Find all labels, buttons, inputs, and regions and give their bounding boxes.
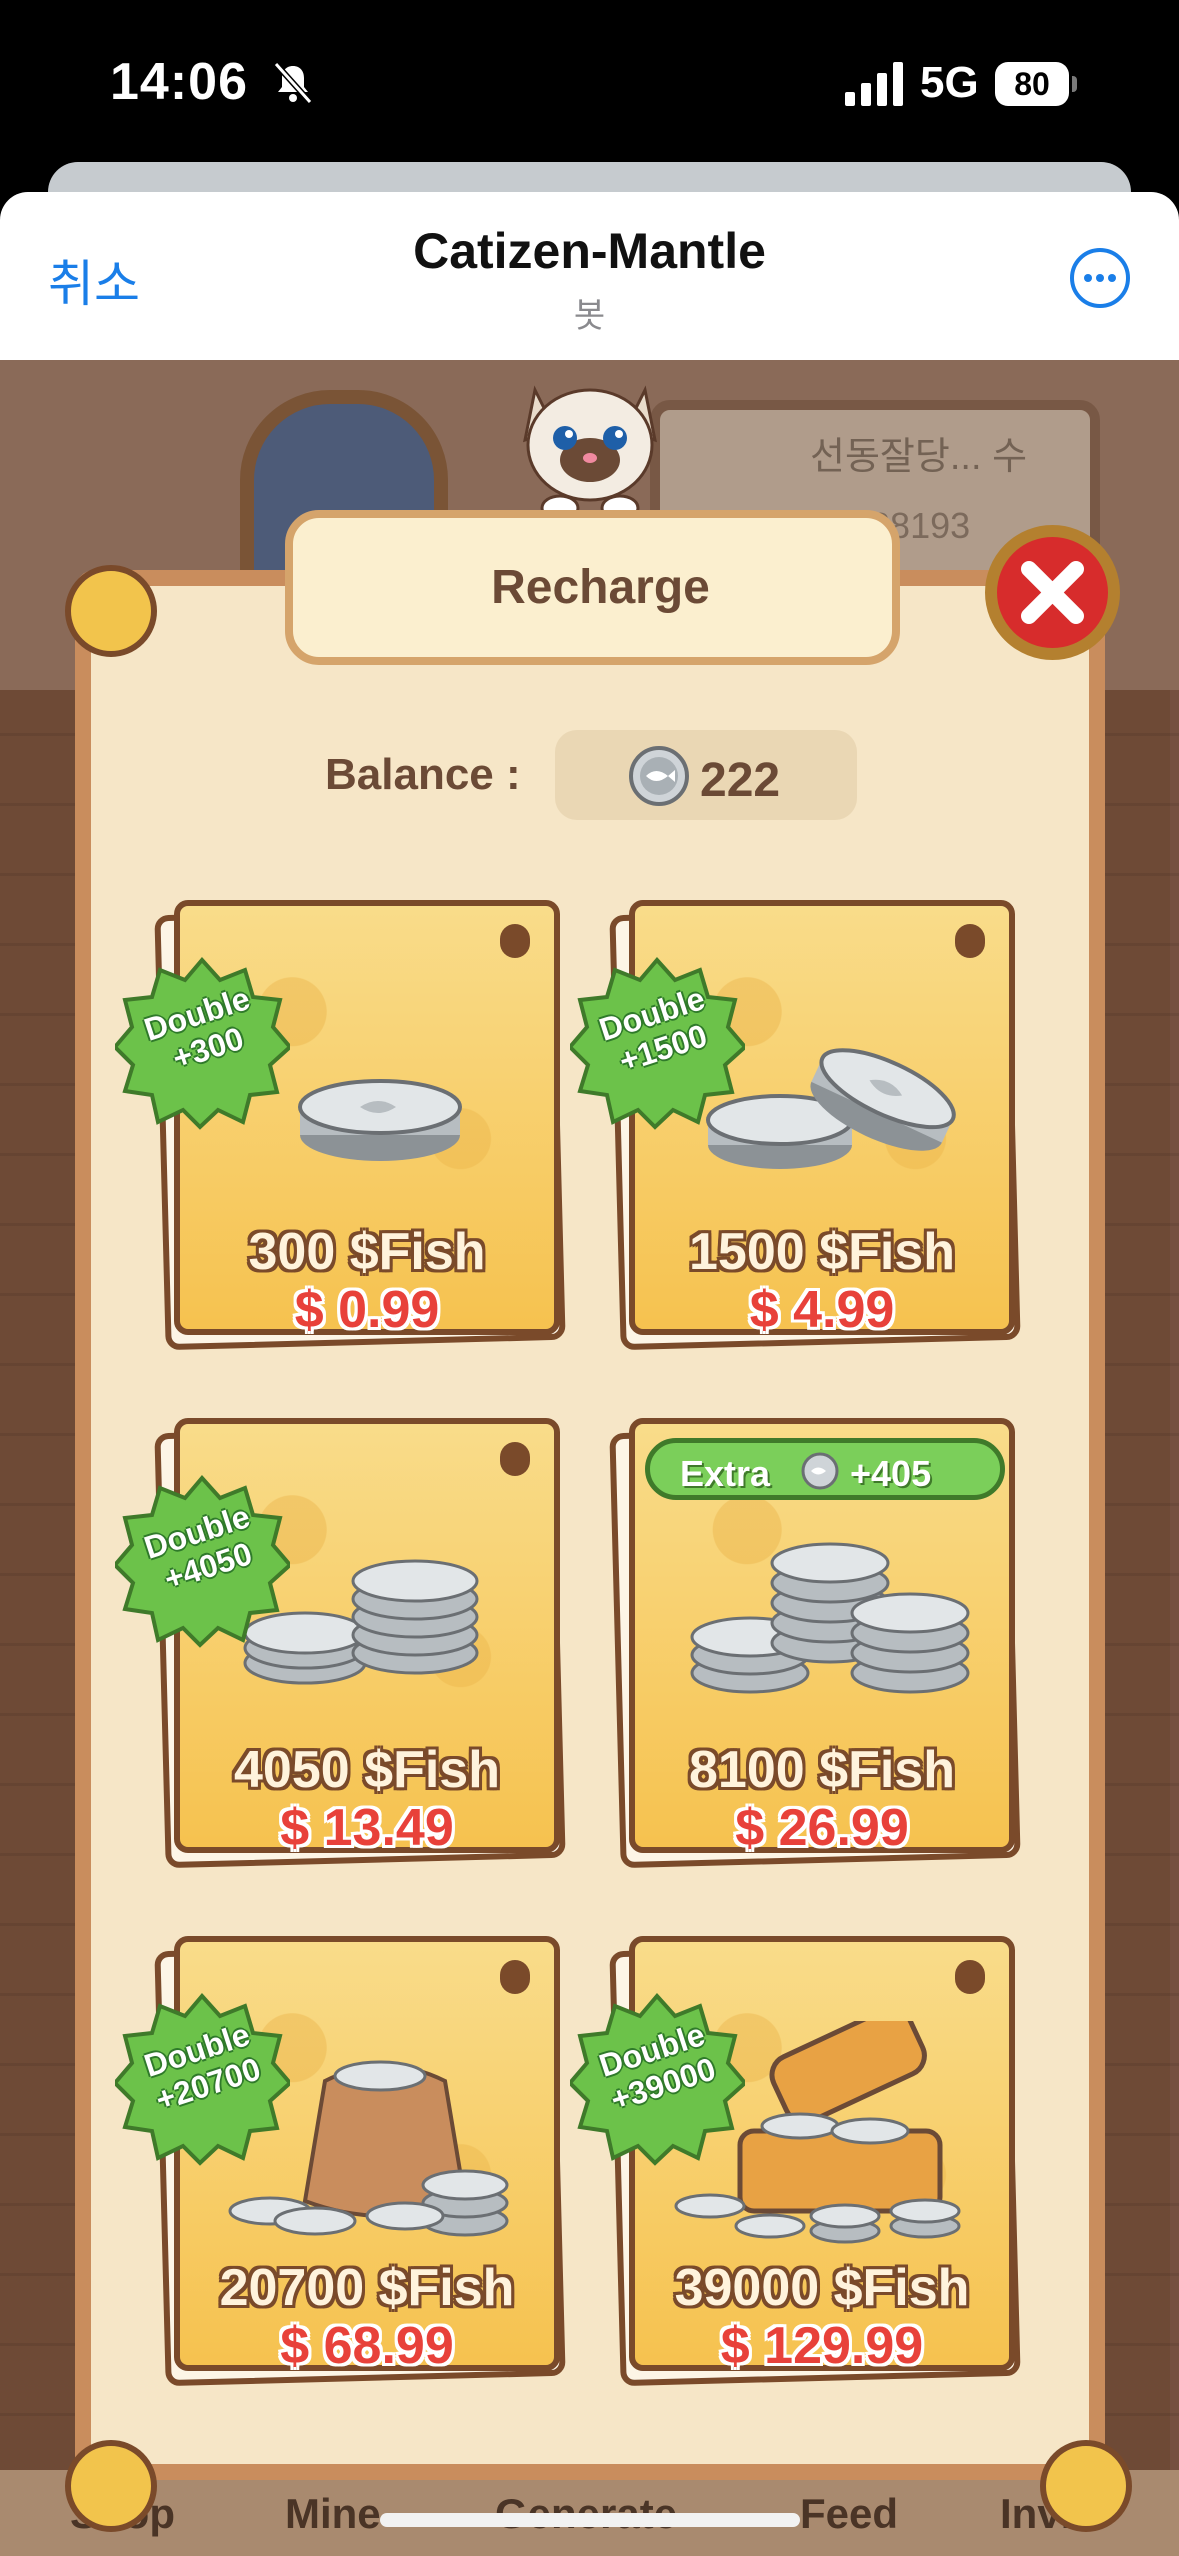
home-indicator[interactable] [380, 2513, 800, 2527]
signal-icon [845, 62, 903, 106]
sign-text: 선동잘당... 수 [810, 436, 1028, 478]
pack-price: $ 26.99 [735, 1799, 909, 1857]
panel-corner-ornament [65, 2440, 157, 2532]
app-title: Catizen-Mantle [413, 223, 766, 279]
status-time: 14:06 [110, 53, 248, 111]
close-button[interactable] [985, 525, 1120, 660]
cat-mascot-icon [523, 385, 657, 520]
extra-label: Extra [680, 1453, 771, 1494]
extra-value: +405 [850, 1453, 932, 1494]
fish-coin-icon [801, 1452, 839, 1490]
balance-value: 222 [700, 754, 781, 807]
pin-icon [500, 1442, 530, 1476]
coin-stacks-icon [690, 1542, 970, 1694]
status-bar: 14:06 5G 80 [0, 0, 1179, 170]
pack-price: $ 13.49 [280, 1799, 454, 1857]
pin-icon [955, 1960, 985, 1994]
app-subtitle: 봇 [573, 297, 606, 335]
title-banner: Recharge [285, 510, 900, 665]
extra-bonus-pill: Extra +405 [645, 1438, 1005, 1500]
pack-card-39000[interactable]: 39000 $Fish $ 129.99 Double +39000 [570, 1936, 1021, 2387]
pack-card-4050[interactable]: 4050 $Fish $ 13.49 Double +4050 [115, 1418, 566, 1869]
dialog-title: Recharge [491, 561, 710, 614]
game-area: 선동잘당... 수 128193 Shop Mine Generate Feed… [0, 360, 1179, 2556]
pin-icon [500, 924, 530, 958]
pack-card-1500[interactable]: 1500 $Fish $ 4.99 Double +1500 [570, 900, 1021, 1351]
pack-price: $ 68.99 [280, 2317, 454, 2375]
pack-amount: 4050 $Fish [234, 1741, 500, 1799]
nav-mine[interactable]: Mine [285, 2490, 381, 2538]
pack-card-20700[interactable]: 20700 $Fish $ 68.99 Double +20700 [115, 1936, 566, 2387]
close-icon [1021, 561, 1084, 624]
panel-corner-ornament [65, 565, 157, 657]
pack-amount: 8100 $Fish [689, 1741, 955, 1799]
pack-price: $ 0.99 [294, 1281, 440, 1339]
pack-amount: 300 $Fish [248, 1223, 486, 1281]
battery-level: 80 [1014, 66, 1050, 102]
pack-amount: 1500 $Fish [689, 1223, 955, 1281]
panel-corner-ornament [1040, 2440, 1132, 2532]
pack-price: $ 129.99 [720, 2317, 924, 2375]
miniapp-header: 취소 Catizen-Mantle 봇 [0, 192, 1179, 360]
battery-icon: 80 [995, 62, 1077, 106]
bell-muted-icon [273, 61, 313, 105]
pack-price: $ 4.99 [749, 1281, 895, 1339]
nav-feed[interactable]: Feed [800, 2490, 898, 2538]
pack-amount: 20700 $Fish [219, 2259, 515, 2317]
pack-card-8100[interactable]: 8100 $Fish $ 26.99 Extra +405 [609, 1418, 1021, 1869]
pin-icon [500, 1960, 530, 1994]
network-type: 5G [920, 58, 979, 107]
balance-label: Balance : [325, 750, 521, 799]
pack-amount: 39000 $Fish [674, 2259, 970, 2317]
more-options-icon[interactable] [1068, 246, 1132, 310]
pack-card-300[interactable]: 300 $Fish $ 0.99 Double +300 [115, 900, 566, 1351]
pin-icon [955, 924, 985, 958]
fish-coin-icon [629, 746, 689, 806]
